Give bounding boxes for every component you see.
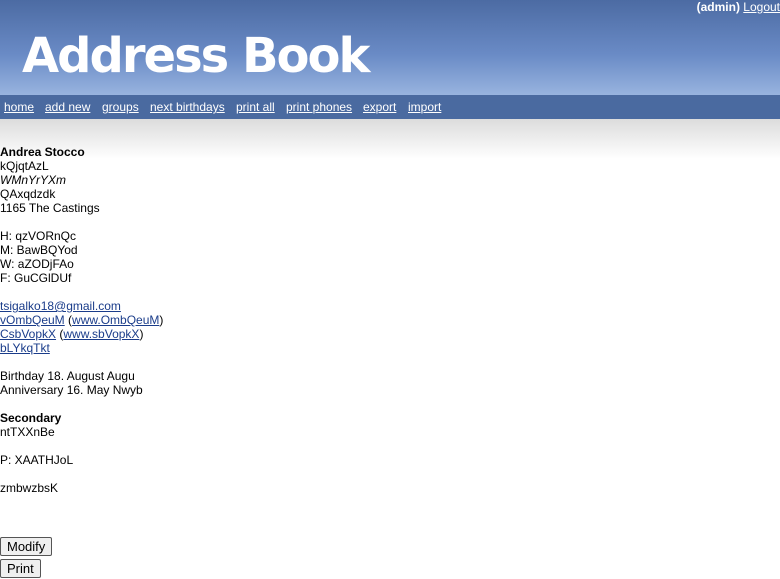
contact-name: Andrea Stocco bbox=[0, 145, 85, 159]
homepage-row-1: vOmbQeuM (www.OmbQeuM) bbox=[0, 313, 164, 327]
header-banner: (admin) Logout Address Book bbox=[0, 0, 780, 95]
contact-company: QAxqdzdk bbox=[0, 187, 56, 201]
contact-nickname: kQjqtAzL bbox=[0, 159, 49, 173]
contact-title: WMnYrYXm bbox=[0, 173, 66, 187]
modify-button[interactable]: Modify bbox=[0, 537, 53, 556]
phone-work: W: aZODjFAo bbox=[0, 257, 74, 271]
secondary-phone: P: XAATHJoL bbox=[0, 453, 74, 467]
nav-home[interactable]: home bbox=[4, 100, 34, 114]
phone-fax: F: GuCGlDUf bbox=[0, 271, 72, 285]
secondary-heading: Secondary bbox=[0, 411, 62, 425]
contact-address: 1165 The Castings bbox=[0, 201, 100, 215]
nav-groups[interactable]: groups bbox=[102, 100, 139, 114]
homepage-link-1[interactable]: vOmbQeuM bbox=[0, 313, 65, 327]
nav-print-all[interactable]: print all bbox=[236, 100, 275, 114]
logout-link[interactable]: Logout bbox=[743, 0, 780, 14]
nav-import[interactable]: import bbox=[408, 100, 441, 114]
email-link[interactable]: tsigalko18@gmail.com bbox=[0, 299, 121, 313]
contact-details: Andrea Stocco kQjqtAzL WMnYrYXm QAxqdzdk… bbox=[0, 145, 780, 495]
contact-anniversary: Anniversary 16. May Nwyb bbox=[0, 383, 143, 397]
current-user: (admin) bbox=[696, 0, 740, 14]
print-button[interactable]: Print bbox=[0, 559, 41, 578]
nav-export[interactable]: export bbox=[363, 100, 396, 114]
homepage-link-2[interactable]: CsbVopkX bbox=[0, 327, 56, 341]
main-nav: home add new groups next birthdays print… bbox=[0, 95, 780, 119]
homepage-url-1[interactable]: www.OmbQeuM bbox=[72, 313, 159, 327]
nav-next-birthdays[interactable]: next birthdays bbox=[150, 100, 225, 114]
secondary-address: ntTXXnBe bbox=[0, 425, 55, 439]
contact-birthday: Birthday 18. August Augu bbox=[0, 369, 135, 383]
phone-home: H: qzVORnQc bbox=[0, 229, 77, 243]
homepage-row-3: bLYkqTkt bbox=[0, 341, 780, 355]
nav-add-new[interactable]: add new bbox=[45, 100, 90, 114]
phone-mobile: M: BawBQYod bbox=[0, 243, 78, 257]
homepage-link-3[interactable]: bLYkqTkt bbox=[0, 341, 50, 355]
nav-print-phones[interactable]: print phones bbox=[286, 100, 352, 114]
homepage-row-2: CsbVopkX (www.sbVopkX) bbox=[0, 327, 144, 341]
homepage-url-2[interactable]: www.sbVopkX bbox=[63, 327, 139, 341]
user-bar: (admin) Logout bbox=[697, 0, 780, 14]
email-row: tsigalko18@gmail.com bbox=[0, 299, 780, 313]
app-logo[interactable]: Address Book bbox=[22, 30, 370, 82]
contact-notes: zmbwzbsK bbox=[0, 481, 59, 495]
